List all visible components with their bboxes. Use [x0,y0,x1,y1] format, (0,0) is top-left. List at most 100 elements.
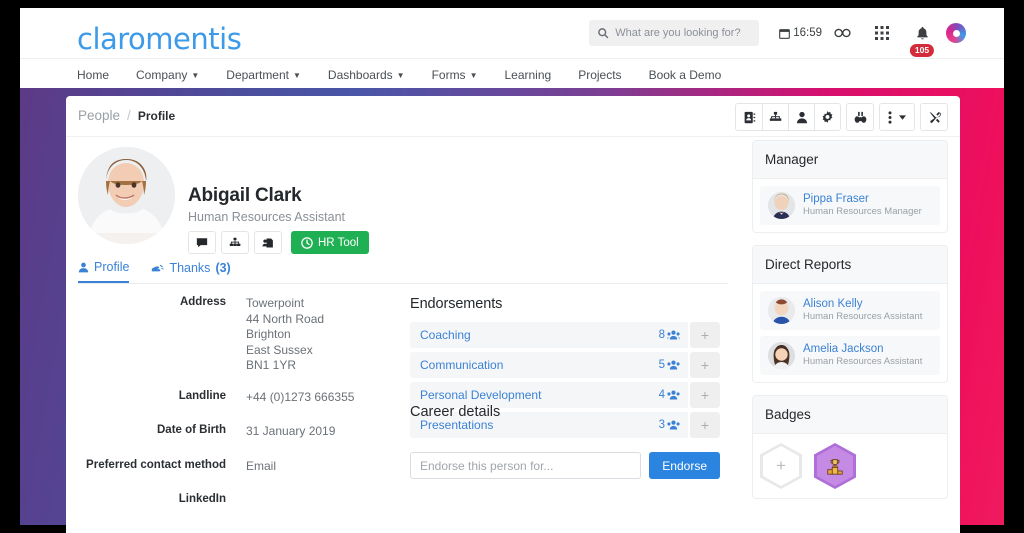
add-endorsement-button[interactable]: + [690,382,720,408]
endorsement-count-group[interactable]: 8 [650,322,688,348]
detail-row-date-of-birth: Date of Birth 31 January 2019 [66,424,401,440]
hexagon-outline: + [760,443,802,489]
detail-value: 31 January 2019 [246,424,336,438]
nav-item-department[interactable]: Department ▼ [226,68,301,82]
endorsement-count-group[interactable]: 3 [650,412,688,438]
person-icon[interactable] [788,104,814,130]
links-icon[interactable] [822,18,862,48]
breadcrumb-current: Profile [137,108,176,123]
endorse-input[interactable] [410,452,642,479]
person-info: Pippa Fraser Human Resources Manager [803,193,922,218]
profile-page-card: People / Profile Abigail Clark Human Res… [66,96,960,533]
tab-profile[interactable]: Profile [78,260,130,283]
user-avatar-icon[interactable] [942,18,970,48]
breadcrumb-separator: / [127,108,131,123]
nav-label: Learning [504,68,552,82]
endorsement-count: 4 [658,389,665,401]
notification-badge: 105 [909,44,935,57]
add-endorsement-button[interactable]: + [690,352,720,378]
share-profile-icon[interactable] [254,231,282,254]
person-icon [78,262,89,273]
breadcrumb-people[interactable]: People [78,108,120,123]
breadcrumb: People / Profile [78,108,175,123]
nav-label: Book a Demo [648,68,722,82]
avatar [768,297,795,324]
detail-label: Landline [178,389,226,402]
nav-label: Projects [578,68,622,82]
claromentis-logo[interactable]: claromentis [77,22,242,56]
org-chart-icon[interactable] [762,104,788,130]
person-name[interactable]: Amelia Jackson [803,343,922,356]
thanks-hand-icon [151,263,165,274]
people-group-icon [667,330,680,341]
detail-label: LinkedIn [178,493,226,505]
nav-label: Forms [431,68,466,82]
breadcrumb-bar: People / Profile [66,96,960,137]
endorsement-count-group[interactable]: 5 [650,352,688,378]
avatar [946,23,966,43]
list-item[interactable]: Amelia Jackson Human Resources Assistant [760,336,940,375]
nav-item-projects[interactable]: Projects [578,68,621,82]
grid-apps-icon[interactable] [862,18,902,48]
endorsement-name[interactable]: Communication [410,352,651,378]
nav-label: Home [77,68,110,82]
detail-row-address: Address Towerpoint 44 North Road Brighto… [66,296,401,374]
nav-item-home[interactable]: Home [77,68,109,82]
nav-item-company[interactable]: Company ▼ [136,68,199,82]
profile-details-list: Address Towerpoint 44 North Road Brighto… [66,296,401,521]
nav-item-book-a-demo[interactable]: Book a Demo [649,68,722,82]
detail-value [226,493,401,505]
endorse-submit-button[interactable]: Endorse [649,452,720,479]
screenshot-root: claromentis What are you looking for? 16… [0,0,1024,533]
chevron-down-icon: ▼ [396,70,405,80]
list-item[interactable]: Alison Kelly Human Resources Assistant [760,291,940,330]
browser-chrome: claromentis What are you looking for? 16… [20,8,1004,90]
list-item[interactable]: Pippa Fraser Human Resources Manager [760,186,940,225]
org-chart-icon[interactable] [221,231,249,254]
hr-tool-button[interactable]: HR Tool [291,231,369,254]
career-details-heading: Career details [410,404,501,420]
nav-items: Home Company ▼ Department ▼ Dashboards ▼… [77,59,721,91]
trophy-badge-icon [817,446,853,486]
gear-icon[interactable] [814,104,840,130]
nav-item-learning[interactable]: Learning [504,68,551,82]
more-options-icon[interactable] [880,104,914,130]
person-name[interactable]: Alison Kelly [803,298,922,311]
address-book-icon[interactable] [736,104,762,130]
tab-thanks[interactable]: Thanks (3) [151,260,231,283]
endorsement-row: Communication 5 + [410,352,720,378]
binoculars-icon[interactable] [847,104,873,130]
nav-item-dashboards[interactable]: Dashboards ▼ [328,68,405,82]
search-icon [597,27,609,39]
message-icon[interactable] [188,231,216,254]
chevron-down-icon: ▼ [191,70,200,80]
nav-item-forms[interactable]: Forms ▼ [432,68,478,82]
person-name[interactable]: Pippa Fraser [803,193,922,206]
add-endorsement-button[interactable]: + [690,322,720,348]
endorsement-row: Coaching 8 + [410,322,720,348]
badge-item[interactable] [814,443,860,489]
clock-widget[interactable]: 16:59 [779,27,822,39]
add-badge-button[interactable]: + [760,443,806,489]
tab-count: (3) [215,261,231,275]
endorsement-count: 3 [658,419,665,431]
page-title: Abigail Clark [188,185,302,206]
notifications-bell[interactable]: 105 [902,18,942,57]
plus-icon: + [763,446,799,486]
direct-reports-heading: Direct Reports [753,246,947,284]
add-endorsement-button[interactable]: + [690,412,720,438]
search-box[interactable] [589,20,760,46]
direct-reports-panel: Direct Reports Alison Kelly Human Resour… [752,245,948,383]
nav-label: Company [136,68,188,82]
page-toolbar [735,103,948,131]
detail-value: Email [246,458,277,473]
profile-avatar[interactable] [78,147,175,244]
tools-icon[interactable] [921,104,947,130]
search-input[interactable] [615,27,752,39]
endorsement-name[interactable]: Coaching [410,322,651,348]
profile-sidebar: Manager Pippa Fraser Human Resources Man… [752,140,948,511]
endorsement-count-group[interactable]: 4 [650,382,688,408]
hr-tool-label: HR Tool [318,236,359,249]
endorsements-heading: Endorsements [410,296,503,312]
profile-actions: HR Tool [188,231,369,254]
